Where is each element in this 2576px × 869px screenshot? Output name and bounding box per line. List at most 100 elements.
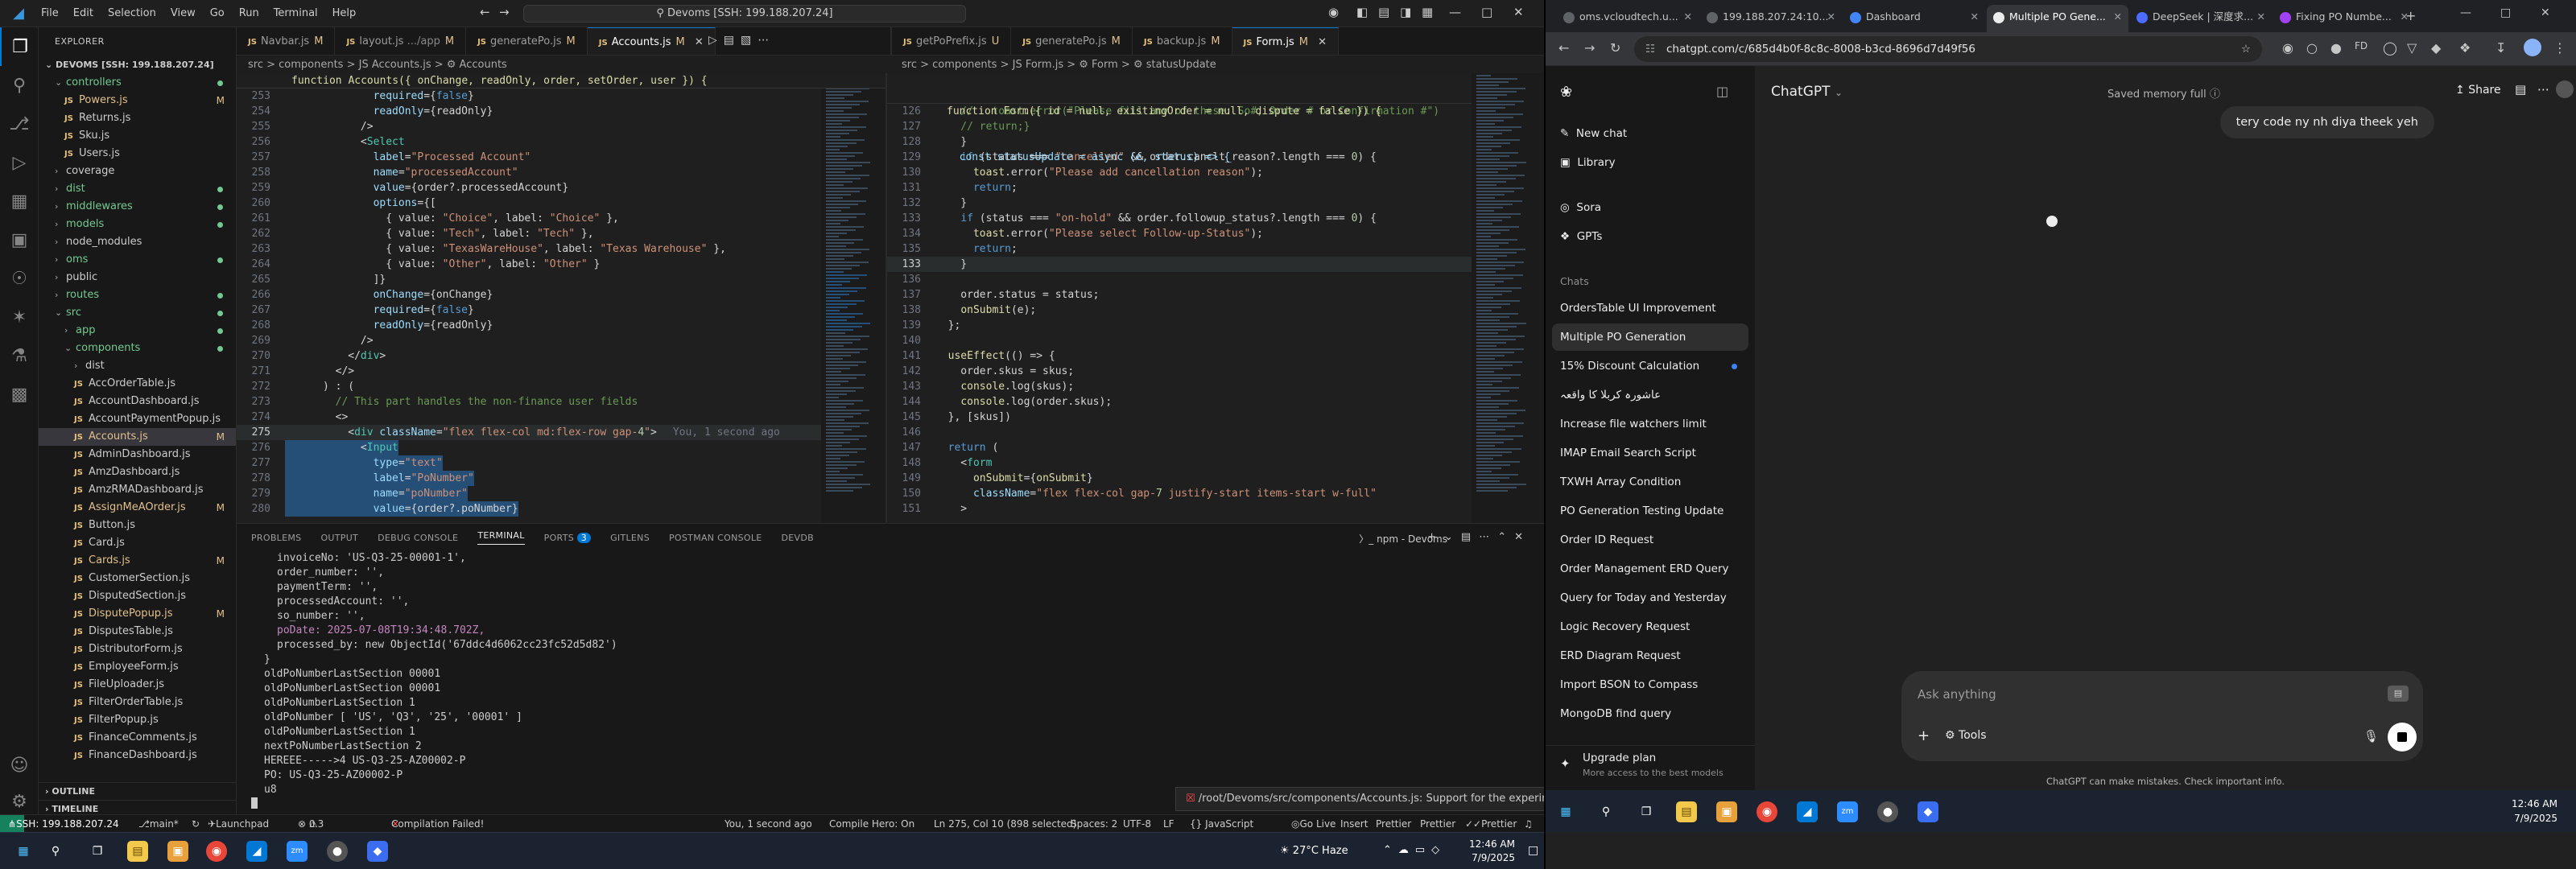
tree-file[interactable]: JS FilterPopup.js bbox=[39, 711, 236, 729]
go-live[interactable]: ◎ Go Live bbox=[1291, 815, 1335, 833]
microphone-icon[interactable]: 🎙 bbox=[2363, 729, 2379, 743]
app-icon[interactable]: ● bbox=[327, 841, 348, 862]
prettier-2[interactable]: Prettier bbox=[1420, 815, 1455, 833]
user-avatar[interactable] bbox=[2556, 80, 2574, 98]
extension-icon-2[interactable]: ○ bbox=[2306, 40, 2318, 56]
prompt-input[interactable]: Ask anything bbox=[1918, 687, 1996, 702]
menu-file[interactable]: File bbox=[34, 7, 66, 19]
tree-file[interactable]: JS DistributorForm.js bbox=[39, 640, 236, 658]
vscode-icon-2[interactable]: ◢ bbox=[1797, 801, 1818, 822]
code-line[interactable]: 147 return ( bbox=[887, 440, 1472, 455]
code-line[interactable]: 254 readOnly={readOnly} bbox=[237, 104, 886, 119]
store-icon[interactable]: ▣ bbox=[167, 841, 188, 862]
close-tab-icon[interactable]: ✕ bbox=[1684, 5, 1692, 29]
extension-icon-1[interactable]: ◉ bbox=[2282, 40, 2293, 56]
chat-history-item[interactable]: Multiple PO Generation bbox=[1552, 323, 1748, 351]
close-tab-icon[interactable]: ✕ bbox=[2257, 5, 2265, 29]
tree-folder[interactable]: › public bbox=[39, 269, 236, 286]
app2-icon[interactable]: ◆ bbox=[367, 841, 388, 862]
prettier-1[interactable]: Prettier bbox=[1376, 815, 1411, 833]
tree-file[interactable]: JS Card.js bbox=[39, 534, 236, 552]
tree-file[interactable]: JS FilterOrderTable.js bbox=[39, 694, 236, 711]
file-explorer-icon-2[interactable]: ▤ bbox=[1676, 801, 1697, 822]
close-tab-icon[interactable]: ✕ bbox=[1971, 5, 1979, 29]
breadcrumb-right[interactable]: src > components > JS Form.js > ⚙ Form >… bbox=[902, 56, 1465, 74]
code-line[interactable]: 267 required={false} bbox=[237, 303, 886, 318]
tree-file[interactable]: JS AccountPaymentPopup.js bbox=[39, 410, 236, 428]
chat-history-item[interactable]: IMAP Email Search Script bbox=[1552, 439, 1748, 467]
code-line[interactable]: 263 { value: "TexasWareHouse", label: "T… bbox=[237, 241, 886, 257]
menu-terminal[interactable]: Terminal bbox=[266, 7, 325, 19]
code-line[interactable]: 270 </div> bbox=[237, 348, 886, 364]
chrome-menu-icon[interactable]: ⋮ bbox=[2553, 40, 2566, 56]
tree-file[interactable]: JS AccOrderTable.js bbox=[39, 375, 236, 393]
editor-tab[interactable]: JS Form.js M ✕ bbox=[1232, 27, 1340, 55]
chrome-icon-2[interactable]: ◉ bbox=[1757, 801, 1777, 822]
customize-layout-icon[interactable]: ▦ bbox=[1422, 5, 1433, 19]
code-line[interactable]: 277 type="text" bbox=[237, 455, 886, 471]
tree-folder[interactable]: ⌄ controllers bbox=[39, 74, 236, 92]
panel-tab-debug-console[interactable]: DEBUG CONSOLE bbox=[378, 533, 458, 543]
tools-button[interactable]: ⚙ Tools bbox=[1945, 729, 1987, 742]
tree-file[interactable]: JS DisputesTable.js bbox=[39, 623, 236, 640]
chat-history-item[interactable]: Order ID Request bbox=[1552, 526, 1748, 554]
editor-tab[interactable]: JS generatePo.js M bbox=[1011, 27, 1133, 55]
sync-icon[interactable]: ↻ bbox=[192, 815, 200, 833]
close-tab-icon[interactable]: ✕ bbox=[1318, 36, 1327, 48]
zoom-icon-2[interactable]: zm bbox=[1837, 801, 1858, 822]
explorer-icon[interactable]: ❐ bbox=[0, 27, 39, 66]
panel-tab-postman-console[interactable]: POSTMAN CONSOLE bbox=[669, 533, 762, 543]
launchpad-button[interactable]: ✈ Launchpad bbox=[208, 815, 269, 833]
tree-file[interactable]: JS Returns.js bbox=[39, 109, 236, 127]
panel-tab-problems[interactable]: PROBLEMS bbox=[251, 533, 301, 543]
tree-file[interactable]: JS AdminDashboard.js bbox=[39, 446, 236, 463]
workspace-root[interactable]: ⌄ DEVOMS [SSH: 199.188.207.24] bbox=[39, 56, 236, 74]
new-chat-item[interactable]: ✎ New chat bbox=[1560, 127, 1627, 140]
vscode-task-icon[interactable]: ◢ bbox=[246, 841, 267, 862]
code-line[interactable]: 280 value={order?.poNumber} bbox=[237, 501, 886, 517]
code-line[interactable]: 255 /> bbox=[237, 119, 886, 134]
notification-icon[interactable]: □ bbox=[1528, 844, 1538, 857]
code-line[interactable]: 134 toast.error("Please select Follow-up… bbox=[887, 226, 1472, 241]
share-button[interactable]: ↥ Share bbox=[2455, 84, 2501, 97]
command-center-search[interactable]: ⚲ Devoms [SSH: 199.188.207.24] bbox=[523, 5, 966, 23]
problems-indicator[interactable]: ⊗ 0 ⚠ 3 bbox=[298, 815, 324, 833]
chrome-minimize-icon[interactable]: — bbox=[2460, 6, 2471, 19]
tree-file[interactable]: JS DisputePopup.js M bbox=[39, 605, 236, 623]
code-line[interactable]: 272 ) : ( bbox=[237, 379, 886, 394]
code-line[interactable]: 139 }; bbox=[887, 318, 1472, 333]
tree-folder[interactable]: › middlewares bbox=[39, 198, 236, 216]
code-line[interactable]: 271 </> bbox=[237, 364, 886, 379]
menu-edit[interactable]: Edit bbox=[66, 7, 101, 19]
menu-selection[interactable]: Selection bbox=[101, 7, 163, 19]
tree-file[interactable]: JS Powers.js M bbox=[39, 92, 236, 109]
code-line[interactable]: 274 <> bbox=[237, 410, 886, 425]
code-line[interactable]: 132 } bbox=[887, 196, 1472, 211]
memory-status[interactable]: Saved memory full ⓘ bbox=[2107, 85, 2220, 101]
bookmark-star-icon[interactable]: ☆ bbox=[2241, 36, 2251, 62]
browser-tab[interactable]: DeepSeek | 深度求... ✕ bbox=[2130, 5, 2272, 32]
tree-file[interactable]: JS AmzRMADashboard.js bbox=[39, 481, 236, 499]
code-line[interactable]: 269 /> bbox=[237, 333, 886, 348]
close-tab-icon[interactable]: ✕ bbox=[695, 36, 704, 48]
code-line[interactable]: 259 value={order?.processedAccount} bbox=[237, 180, 886, 196]
remote-explorer-icon[interactable]: ▣ bbox=[0, 220, 39, 259]
language-mode[interactable]: {} JavaScript bbox=[1190, 815, 1253, 833]
code-line[interactable]: 136 bbox=[887, 272, 1472, 287]
clock-left[interactable]: 12:46 AM 7/9/2025 bbox=[1469, 838, 1515, 865]
sora-item[interactable]: ◎ Sora bbox=[1560, 201, 1601, 214]
notification-toast[interactable]: ☒ /root/Devoms/src/components/Accounts.j… bbox=[1175, 787, 1544, 811]
tree-file[interactable]: JS Users.js bbox=[39, 145, 236, 163]
docker-icon[interactable]: ▩ bbox=[0, 375, 39, 414]
editor-tab[interactable]: JS backup.js M bbox=[1132, 27, 1232, 55]
extension-icon-3[interactable]: ● bbox=[2330, 40, 2342, 56]
tree-file[interactable]: JS Accounts.js M bbox=[39, 428, 236, 446]
layout-sidebar-icon[interactable]: ◧ bbox=[1356, 5, 1368, 19]
tree-file[interactable]: JS AmzDashboard.js bbox=[39, 463, 236, 481]
tree-file[interactable]: JS CustomerSection.js bbox=[39, 570, 236, 587]
extensions-puzzle-icon[interactable]: ❖ bbox=[2459, 40, 2471, 56]
chat-history-item[interactable]: ERD Diagram Request bbox=[1552, 642, 1748, 669]
browser-tab[interactable]: oms.vcloudtech.u... ✕ bbox=[1557, 5, 1699, 32]
compile-hero-status[interactable]: Compile Hero: On bbox=[829, 815, 914, 833]
tree-folder[interactable]: › routes bbox=[39, 286, 236, 304]
